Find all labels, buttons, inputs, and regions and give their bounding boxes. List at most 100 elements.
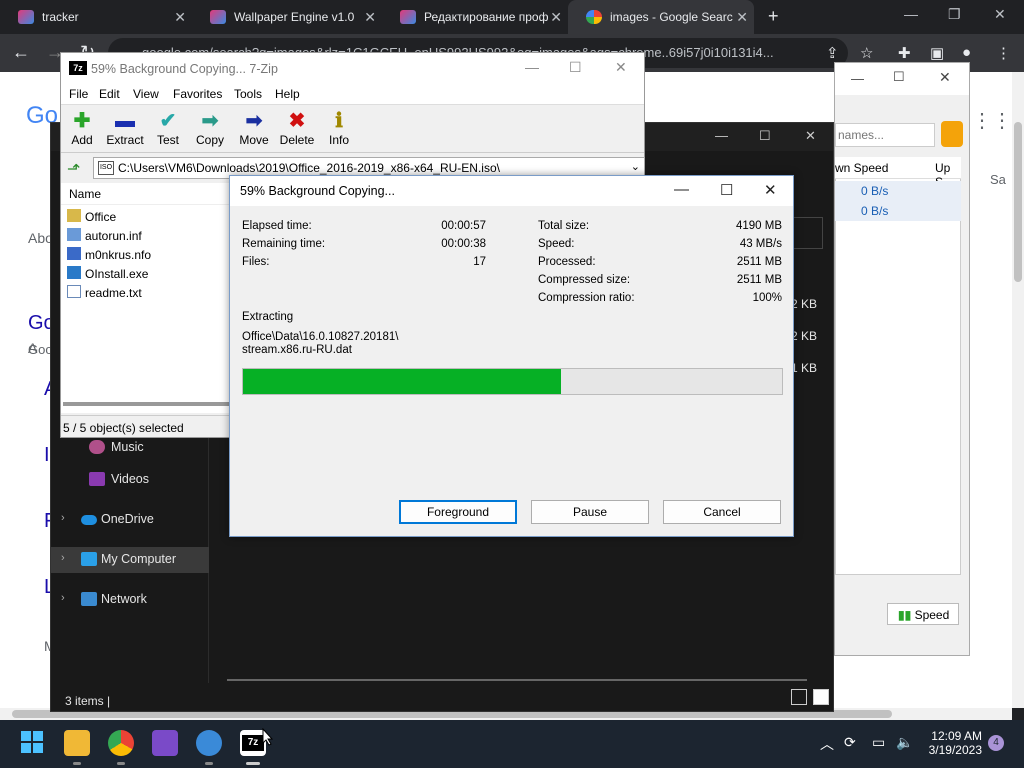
table-row[interactable]: 0 B/s (835, 181, 961, 201)
tab-tracker[interactable]: tracker ✕ (0, 0, 192, 34)
folder-icon (67, 209, 81, 222)
col-name[interactable]: Name (69, 187, 101, 201)
sidebar-item-music[interactable]: Music (51, 435, 209, 461)
delete-button[interactable]: ✖ Delete (279, 109, 315, 147)
window-title: 59% Background Copying... 7-Zip (91, 62, 278, 76)
profile-icon[interactable]: ● (962, 44, 971, 61)
maximize-icon[interactable]: ☐ (759, 128, 771, 144)
move-button[interactable]: ➡ Move (239, 109, 269, 147)
tab-google-images[interactable]: images - Google Searc ✕ (568, 0, 754, 34)
close-tab-icon[interactable]: ✕ (174, 9, 186, 26)
menu-tools[interactable]: Tools (234, 87, 262, 101)
share-icon[interactable]: ⇪ (826, 44, 839, 62)
extensions-icon[interactable]: ✚ (898, 44, 911, 62)
tab-profile-edit[interactable]: Редактирование проф ✕ (382, 0, 568, 34)
minimize-icon[interactable]: — (851, 71, 864, 86)
close-tab-icon[interactable]: ✕ (736, 9, 748, 26)
google-apps-icon[interactable]: ⋮⋮ (972, 108, 1012, 133)
close-icon[interactable]: ✕ (764, 181, 777, 199)
horizontal-scrollbar[interactable] (61, 397, 231, 411)
sidebar-item-videos[interactable]: Videos (51, 467, 209, 493)
menu-bar: File Edit View Favorites Tools Help (61, 83, 644, 105)
chevron-down-icon[interactable]: ⌄ (631, 160, 640, 173)
system-clock[interactable]: 12:09 AM 3/19/2023 (926, 729, 982, 757)
extract-button[interactable]: ▬ Extract (105, 109, 145, 147)
close-icon[interactable]: ✕ (805, 128, 816, 144)
menu-view[interactable]: View (133, 87, 159, 101)
safesearch-fragment[interactable]: Sa (990, 172, 1006, 187)
down-speed: 0 B/s (861, 204, 889, 218)
test-button[interactable]: ✔ Test (155, 109, 181, 147)
side-panel-icon[interactable]: ▣ (930, 44, 944, 62)
tiles-view-icon[interactable] (813, 689, 829, 705)
vertical-scrollbar[interactable] (1012, 72, 1024, 708)
file-inf-icon (67, 228, 81, 241)
close-tab-icon[interactable]: ✕ (364, 9, 376, 26)
extract-icon: ▬ (115, 110, 135, 132)
file-size: 2 KB (791, 297, 818, 311)
bookmark-star-icon[interactable]: ☆ (860, 44, 873, 62)
tab-wallpaper-engine[interactable]: Wallpaper Engine v1.0 ✕ (192, 0, 382, 34)
copy-button[interactable]: ➡ Copy (195, 109, 225, 147)
info-button[interactable]: ℹ Info (327, 109, 351, 147)
menu-edit[interactable]: Edit (99, 87, 120, 101)
chrome-icon[interactable] (108, 730, 134, 765)
close-icon[interactable]: ✕ (994, 6, 1006, 23)
table-row[interactable]: 0 B/s (835, 201, 961, 221)
restore-icon[interactable]: ❐ (948, 6, 961, 23)
notification-badge[interactable]: 4 (988, 735, 1004, 751)
volume-icon[interactable]: 🔈 (896, 734, 913, 751)
scroll-thumb[interactable] (63, 402, 229, 406)
speed-tab-button[interactable]: ▮▮ Speed (887, 603, 959, 625)
minimize-icon[interactable]: — (904, 6, 918, 22)
speed-value: 43 MB/s (739, 238, 782, 250)
scroll-thumb[interactable] (1014, 122, 1022, 282)
close-icon[interactable]: ✕ (939, 69, 951, 86)
cancel-button[interactable]: Cancel (663, 500, 781, 524)
site-favicon-icon (400, 10, 416, 24)
display-icon[interactable]: ▭ (872, 734, 885, 751)
chevron-right-icon[interactable]: › (61, 552, 65, 564)
sidebar-item-my-computer[interactable]: › My Computer (51, 547, 209, 573)
speed-label: Speed: (538, 238, 575, 250)
maximize-icon[interactable]: ☐ (569, 59, 582, 76)
menu-help[interactable]: Help (275, 87, 300, 101)
chevron-up-icon[interactable]: ︿ (820, 734, 834, 754)
elapsed-time-value: 00:00:57 (441, 220, 486, 232)
minimize-icon[interactable]: — (525, 59, 539, 75)
result-title-fragment[interactable]: I (44, 444, 50, 467)
sync-icon[interactable]: ⟳ (844, 734, 856, 751)
file-explorer-icon[interactable] (64, 730, 90, 765)
maximize-icon[interactable]: ☐ (893, 69, 905, 85)
sidebar-item-label: OneDrive (101, 512, 154, 526)
folder-up-icon[interactable]: ⬏ (67, 159, 85, 178)
taskbar: 7z ︿ ⟳ ▭ 🔈 12:09 AM 3/19/2023 4 (0, 720, 1024, 768)
sidebar-item-onedrive[interactable]: › OneDrive (51, 507, 209, 533)
lock-icon[interactable] (941, 121, 963, 147)
new-tab-button[interactable]: + (768, 6, 779, 27)
maximize-icon[interactable]: ☐ (720, 181, 733, 199)
col-down-speed[interactable]: wn Speed (835, 161, 888, 175)
chevron-right-icon[interactable]: › (61, 592, 65, 604)
windows-start-icon[interactable] (20, 730, 46, 756)
chrome-menu-icon[interactable]: ⋮ (996, 44, 1011, 62)
visual-studio-icon[interactable] (152, 730, 178, 756)
close-icon[interactable]: ✕ (615, 59, 627, 76)
menu-favorites[interactable]: Favorites (173, 87, 222, 101)
add-button[interactable]: ✚ Add (69, 109, 95, 147)
minimize-icon[interactable]: — (674, 181, 689, 198)
close-tab-icon[interactable]: ✕ (550, 9, 562, 26)
minimize-icon[interactable]: — (715, 128, 728, 143)
qbittorrent-icon[interactable] (196, 730, 222, 765)
file-txt-icon (67, 285, 81, 298)
back-icon[interactable]: ← (12, 42, 30, 63)
torrent-list[interactable] (835, 159, 961, 575)
pause-button[interactable]: Pause (531, 500, 649, 524)
details-view-icon[interactable] (791, 689, 807, 705)
torrent-search-input[interactable]: names... (835, 123, 935, 147)
compression-ratio-value: 100% (752, 292, 782, 304)
menu-file[interactable]: File (69, 87, 88, 101)
chevron-right-icon[interactable]: › (61, 512, 65, 524)
sidebar-item-network[interactable]: › Network (51, 587, 209, 613)
foreground-button[interactable]: Foreground (399, 500, 517, 524)
